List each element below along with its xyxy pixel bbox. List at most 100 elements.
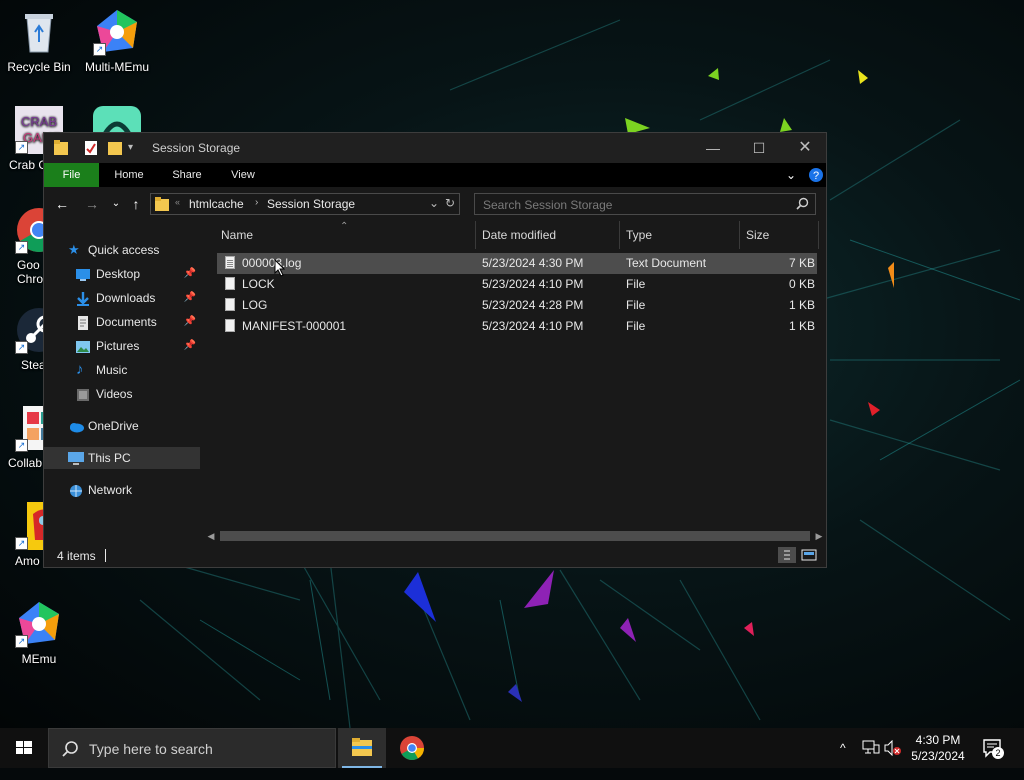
tab-view[interactable]: View: [218, 163, 268, 187]
large-icons-view-button[interactable]: [800, 547, 818, 563]
computer-icon: [68, 451, 84, 465]
onedrive-cloud-icon: [68, 419, 84, 433]
column-header-type[interactable]: Type: [619, 221, 740, 249]
clock-time: 4:30 PM: [915, 733, 961, 747]
address-bar[interactable]: « htmlcache › Session Storage ⌄ ↻: [150, 193, 460, 215]
taskbar-search-box[interactable]: Type here to search: [48, 728, 336, 768]
large-icons-view-icon: [801, 549, 817, 561]
folder-icon: [352, 738, 372, 756]
desktop-icon-recycle-bin[interactable]: Recycle Bin: [1, 8, 77, 74]
nav-onedrive[interactable]: OneDrive: [44, 415, 200, 437]
file-icon: [225, 277, 235, 290]
tab-share[interactable]: Share: [162, 163, 212, 187]
breadcrumb-separator-icon: «: [175, 197, 181, 207]
nav-network[interactable]: Network: [44, 479, 200, 501]
show-hidden-icons-chevron-icon[interactable]: ^: [840, 728, 846, 768]
pictures-icon: [76, 339, 90, 353]
navigation-pane: ★ Quick access Desktop 📌 Downloads 📌 Doc…: [44, 221, 202, 543]
star-icon: ★: [68, 242, 80, 257]
ribbon-tabs: File Home Share View ⌄ ?: [44, 163, 826, 187]
expand-ribbon-chevron-icon[interactable]: ⌄: [786, 163, 796, 187]
table-row[interactable]: LOG 5/23/2024 4:28 PM File 1 KB: [217, 295, 817, 316]
search-box[interactable]: [474, 193, 816, 215]
pin-icon: 📌: [183, 340, 196, 351]
window-title: Session Storage: [152, 141, 241, 155]
action-center-button[interactable]: 2: [982, 738, 1006, 760]
back-arrow-icon[interactable]: ←: [52, 195, 72, 213]
nav-music[interactable]: ♪ Music: [44, 359, 200, 381]
new-folder-icon[interactable]: [108, 140, 122, 156]
network-status-icon[interactable]: [862, 740, 880, 780]
nav-videos[interactable]: Videos: [44, 383, 200, 405]
download-arrow-icon: [76, 291, 90, 306]
address-dropdown-chevron-icon[interactable]: ⌄: [429, 196, 439, 210]
minimize-button[interactable]: —: [690, 133, 736, 163]
text-document-icon: [225, 256, 235, 269]
scroll-left-arrow-icon[interactable]: ◀: [204, 529, 218, 543]
network-icon: [68, 483, 82, 497]
recycle-bin-icon: [15, 8, 63, 56]
nav-desktop[interactable]: Desktop 📌: [44, 263, 200, 285]
mouse-cursor-icon: [274, 258, 286, 280]
nav-this-pc[interactable]: This PC: [44, 447, 200, 469]
details-view-button[interactable]: [778, 547, 796, 563]
column-header-name[interactable]: Name: [214, 221, 476, 249]
customize-toolbar-chevron-icon[interactable]: ▾: [128, 142, 133, 158]
tab-file[interactable]: File: [44, 163, 99, 187]
column-header-date-modified[interactable]: Date modified: [475, 221, 620, 249]
status-divider: [105, 549, 106, 562]
shortcut-arrow-icon: ↗: [15, 141, 28, 154]
start-button[interactable]: [0, 728, 48, 768]
file-icon: [225, 319, 235, 332]
table-row[interactable]: 000003.log 5/23/2024 4:30 PM Text Docume…: [217, 253, 817, 274]
multi-memu-icon: ↗: [93, 8, 141, 56]
taskbar: Type here to search ^ 4:30 PM 5/23/2024 …: [0, 728, 1024, 768]
refresh-icon[interactable]: ↻: [445, 196, 455, 210]
shortcut-arrow-icon: ↗: [15, 241, 28, 254]
documents-icon: [76, 315, 90, 330]
folder-icon: [54, 140, 68, 156]
breadcrumb-separator-icon: ›: [255, 197, 259, 208]
tab-home[interactable]: Home: [104, 163, 154, 187]
column-header-size[interactable]: Size: [739, 221, 819, 249]
help-icon[interactable]: ?: [808, 167, 824, 183]
taskbar-file-explorer[interactable]: [338, 728, 386, 768]
nav-documents[interactable]: Documents 📌: [44, 311, 200, 333]
breadcrumb-session-storage[interactable]: Session Storage: [267, 197, 355, 211]
navigation-toolbar: ← → ⌄ ↑ « htmlcache › Session Storage ⌄ …: [44, 187, 826, 221]
desktop-icon-multi-memu[interactable]: ↗ Multi-MEmu: [79, 8, 155, 74]
table-row[interactable]: LOCK 5/23/2024 4:10 PM File 0 KB: [217, 274, 817, 295]
music-note-icon: ♪: [76, 361, 84, 378]
pin-icon: 📌: [183, 316, 196, 327]
notification-count-badge: 2: [992, 747, 1004, 759]
forward-arrow-icon[interactable]: →: [82, 195, 102, 213]
up-arrow-icon[interactable]: ↑: [126, 195, 146, 213]
pin-icon: 📌: [183, 292, 196, 303]
desktop-folder-icon: [76, 267, 90, 281]
horizontal-scrollbar[interactable]: ◀ ▶: [204, 529, 826, 543]
status-bar: 4 items: [44, 543, 826, 567]
nav-pictures[interactable]: Pictures 📌: [44, 335, 200, 357]
scrollbar-thumb[interactable]: [220, 531, 810, 541]
file-icon: [225, 298, 235, 311]
search-input[interactable]: [481, 196, 785, 214]
breadcrumb-htmlcache[interactable]: htmlcache: [189, 197, 244, 211]
shortcut-arrow-icon: ↗: [93, 43, 106, 56]
shortcut-arrow-icon: ↗: [15, 341, 28, 354]
system-clock[interactable]: 4:30 PM 5/23/2024: [900, 732, 976, 764]
clock-date: 5/23/2024: [911, 749, 965, 763]
close-button[interactable]: ✕: [782, 133, 828, 163]
magnifier-icon: [61, 740, 79, 761]
scroll-right-arrow-icon[interactable]: ▶: [812, 529, 826, 543]
nav-downloads[interactable]: Downloads 📌: [44, 287, 200, 309]
taskbar-chrome[interactable]: [388, 728, 436, 768]
table-row[interactable]: MANIFEST-000001 5/23/2024 4:10 PM File 1…: [217, 316, 817, 337]
file-explorer-window[interactable]: ▾ Session Storage — ☐ ✕ File Home Share …: [43, 132, 827, 568]
nav-quick-access[interactable]: ★ Quick access: [44, 239, 200, 261]
properties-icon[interactable]: [84, 140, 98, 156]
maximize-button[interactable]: ☐: [736, 133, 782, 163]
desktop-icon-memu[interactable]: ↗ MEmu: [1, 600, 77, 666]
details-view-icon: [784, 550, 790, 560]
title-bar[interactable]: ▾ Session Storage — ☐ ✕: [44, 133, 826, 163]
recent-locations-chevron-icon[interactable]: ⌄: [106, 195, 126, 213]
